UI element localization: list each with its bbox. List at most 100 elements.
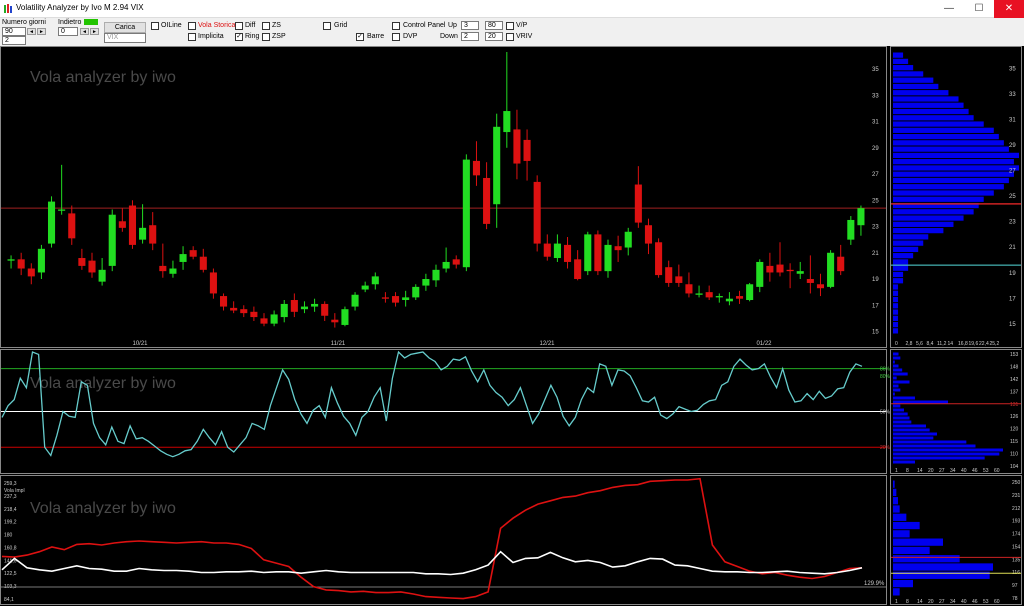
profile-bar xyxy=(893,456,985,460)
profile-x-label: 16,8 xyxy=(958,341,968,347)
profile-tick-label: 193 xyxy=(1012,519,1021,525)
up-label: Up xyxy=(448,22,457,29)
y-tick-label: 160,8 xyxy=(4,545,17,551)
profile-bar xyxy=(893,440,967,444)
profile-x-label: 11,2 xyxy=(937,341,947,347)
minimize-button[interactable]: — xyxy=(934,0,964,18)
y-tick-label: 23 xyxy=(872,225,879,231)
profile-x-label: 2,8 xyxy=(906,341,913,347)
candle-body xyxy=(523,139,531,161)
candle-body xyxy=(422,279,430,286)
diff-checkbox[interactable] xyxy=(235,22,243,30)
symbol-select[interactable]: VIX xyxy=(104,33,146,43)
candle-body xyxy=(189,250,197,257)
candle-body xyxy=(58,209,66,211)
profile-bar xyxy=(893,488,897,497)
zsp-checkbox[interactable] xyxy=(262,33,270,41)
dvp-checkbox[interactable] xyxy=(392,33,400,41)
candle-body xyxy=(594,234,602,272)
oiline-label: OILine xyxy=(161,22,182,29)
profile-tick-label: 115 xyxy=(1010,439,1018,445)
candle-body xyxy=(149,225,157,244)
candle-body xyxy=(847,219,855,240)
vp-label: V/P xyxy=(516,22,528,29)
vola-storica-checkbox[interactable] xyxy=(188,22,196,30)
control-panel-checkbox[interactable] xyxy=(392,22,400,30)
profile-bar xyxy=(893,303,899,309)
candle-body xyxy=(452,259,460,265)
profile-bar xyxy=(893,352,899,356)
ring-checkbox[interactable]: ✓ xyxy=(235,33,243,41)
profile-bar xyxy=(893,579,913,588)
candle-body xyxy=(371,276,379,285)
days-decrement-button[interactable]: ◄ xyxy=(27,28,36,35)
profile-x-label: 27 xyxy=(939,599,945,605)
x-tick-label: 12/21 xyxy=(539,341,555,347)
candle-body xyxy=(665,267,673,283)
profile-bar xyxy=(893,408,904,412)
candle-body xyxy=(270,314,278,324)
profile-tick-label: 33 xyxy=(1009,92,1016,98)
profile-bar xyxy=(893,77,934,83)
zs-checkbox[interactable] xyxy=(262,22,270,30)
candle-body xyxy=(735,296,744,299)
up-input[interactable]: 3 xyxy=(461,21,479,30)
days-input[interactable]: 90 xyxy=(2,27,26,36)
candle-body xyxy=(361,285,369,290)
days-label: Numero giorni xyxy=(2,19,46,26)
vola-storica-label: Vola Storica xyxy=(198,22,236,29)
profile-x-label: 40 xyxy=(961,468,967,474)
down-input-2[interactable]: 20 xyxy=(485,32,503,41)
vriv-checkbox[interactable] xyxy=(506,33,514,41)
implicita-checkbox[interactable] xyxy=(188,33,196,41)
profile-bar xyxy=(893,432,937,436)
level-label: 80% xyxy=(880,374,891,380)
candle-body xyxy=(402,297,410,301)
profile-bar xyxy=(893,328,899,334)
barre-checkbox[interactable]: ✓ xyxy=(356,33,364,41)
close-button[interactable]: ✕ xyxy=(994,0,1024,18)
profile-x-label: 1 xyxy=(895,468,898,474)
candle-body xyxy=(857,208,865,226)
back-decrement-button[interactable]: ◄ xyxy=(80,28,89,35)
profile-tick-label: 19 xyxy=(1009,271,1016,277)
profile-bar xyxy=(893,278,904,284)
profile-x-label: 19,6 xyxy=(969,341,979,347)
candle-body xyxy=(351,294,359,307)
watermark-implied: Vola analyzer by iwo xyxy=(30,500,176,517)
y-tick-label: 31 xyxy=(872,120,879,126)
zsp-label: ZSP xyxy=(272,33,286,40)
profile-bar xyxy=(893,146,1009,152)
candle-body xyxy=(47,201,56,244)
candle-body xyxy=(503,111,511,133)
candle-body xyxy=(614,246,622,251)
barre-label: Barre xyxy=(367,33,385,40)
back-input[interactable]: 0 xyxy=(58,27,78,36)
days-input-2[interactable]: 2 xyxy=(2,36,26,45)
load-button[interactable]: Carica xyxy=(104,22,146,33)
candle-body xyxy=(240,309,248,314)
profile-tick-label: 97 xyxy=(1012,583,1018,589)
grid-checkbox[interactable] xyxy=(323,22,331,30)
candle-body xyxy=(766,265,774,273)
vp-checkbox[interactable] xyxy=(506,22,514,30)
candle-body xyxy=(604,244,612,272)
back-increment-button[interactable]: ► xyxy=(90,28,99,35)
profile-bar xyxy=(893,284,899,290)
candle-body xyxy=(27,268,35,277)
profile-bar xyxy=(893,240,924,246)
oiline-checkbox[interactable] xyxy=(151,22,159,30)
down-input[interactable]: 2 xyxy=(461,32,479,41)
candle-body xyxy=(624,231,632,248)
up-input-2[interactable]: 80 xyxy=(485,21,503,30)
profile-x-label: 46 xyxy=(972,468,978,474)
days-increment-button[interactable]: ► xyxy=(37,28,46,35)
profile-tick-label: 153 xyxy=(1010,352,1019,358)
profile-bar xyxy=(893,497,898,505)
y-tick-label: 180 xyxy=(4,533,13,539)
profile-x-label: 8,4 xyxy=(927,341,934,347)
candle-body xyxy=(300,306,309,310)
maximize-button[interactable]: ☐ xyxy=(964,0,994,18)
candle-body xyxy=(796,271,804,274)
candle-body xyxy=(776,264,784,273)
